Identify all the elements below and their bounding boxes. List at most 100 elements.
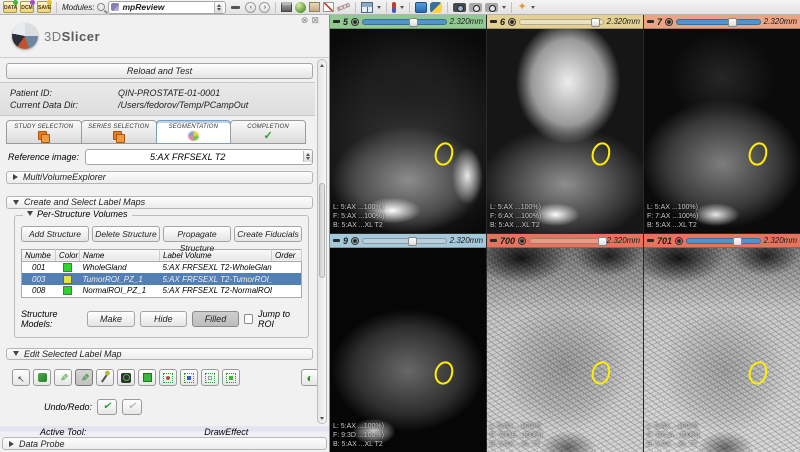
load-data-icon[interactable]: DATA	[3, 1, 17, 13]
slider-handle[interactable]	[598, 237, 607, 246]
panel-undock-icon[interactable]: ⊗	[301, 16, 309, 25]
view-menu-icon[interactable]	[490, 20, 497, 23]
table-row-normalroi[interactable]: 008 NormalROI_PZ_1 5:AX FRFSEXL T2-Norma…	[22, 285, 302, 297]
per-structure-volumes-header[interactable]: Per-Structure Volumes	[23, 209, 132, 219]
paint-effect-button[interactable]	[33, 369, 51, 386]
eye-icon[interactable]	[351, 237, 359, 245]
fiducial-star-icon[interactable]	[517, 2, 526, 13]
ruler-icon[interactable]	[337, 3, 350, 11]
dilate-effect-button[interactable]	[222, 369, 240, 386]
module-selector[interactable]: mpReview	[108, 1, 226, 14]
view-menu-icon[interactable]	[647, 20, 654, 23]
eye-icon[interactable]	[665, 18, 673, 26]
table-row-tumorroi-selected[interactable]: 003 TumorROI_PZ_1 5:AX FRFSEXL T2-TumorR…	[22, 273, 302, 285]
slice-slider[interactable]	[362, 238, 447, 244]
filled-button[interactable]: Filled	[192, 311, 239, 327]
crop-volume-icon[interactable]	[309, 2, 320, 12]
data-probe-header[interactable]: Data Probe	[2, 437, 327, 450]
slider-handle[interactable]	[408, 237, 417, 246]
viewport-5-image[interactable]: L: 5:AX ...100%)F: 5:AX ...100%)B: 5:AX …	[330, 29, 486, 233]
slider-handle[interactable]	[728, 18, 737, 27]
multivolume-explorer-header[interactable]: MultiVolumeExplorer	[6, 171, 313, 184]
viewport-6-image[interactable]: L: 5:AX ...100%)F: 6:AX ...100%)B: 5:AX …	[487, 29, 643, 233]
eye-icon[interactable]	[351, 18, 359, 26]
tab-segmentation[interactable]: SEGMENTATION	[156, 120, 232, 144]
layout-selector-icon[interactable]	[361, 2, 373, 13]
import-dicom-icon[interactable]: DCM	[20, 1, 34, 13]
module-forward-button[interactable]: ›	[259, 2, 270, 13]
create-label-maps-header[interactable]: Create and Select Label Maps	[6, 196, 313, 209]
pin-caret-icon[interactable]	[400, 6, 404, 9]
scrollbar-thumb[interactable]	[319, 183, 325, 277]
slider-handle[interactable]	[591, 18, 600, 27]
viewport-701-image[interactable]: L: 5:AX ...100%)F: 701:A...100%)B: 5:AX …	[644, 248, 800, 452]
view-menu-icon[interactable]	[647, 239, 654, 242]
jump-to-roi-checkbox[interactable]	[244, 314, 253, 324]
draw-effect-button[interactable]	[75, 369, 93, 386]
col-number[interactable]: Numbe	[22, 249, 56, 261]
tab-completion[interactable]: COMPLETION	[230, 120, 306, 144]
panel-scrollbar[interactable]	[317, 59, 327, 424]
scroll-up-icon[interactable]	[318, 60, 326, 70]
viewport-7-image[interactable]: L: 5:AX ...100%)F: 7:AX ...100%)B: 5:AX …	[644, 29, 800, 233]
slice-slider[interactable]	[676, 19, 761, 25]
module-search-icon[interactable]	[97, 3, 105, 11]
delete-structure-button[interactable]: Delete Structure	[92, 226, 160, 242]
redo-button[interactable]	[122, 399, 142, 415]
chart-icon[interactable]	[323, 2, 334, 12]
panel-popout-icon[interactable]: ⊠	[311, 16, 319, 25]
col-label-volume[interactable]: Label Volume	[160, 249, 272, 261]
tab-study-selection[interactable]: STUDY SELECTION	[6, 120, 82, 144]
propagate-structure-button[interactable]: Propagate Structure	[163, 226, 231, 242]
edit-label-map-header[interactable]: Edit Selected Label Map	[6, 348, 313, 361]
save-icon[interactable]: SAVE	[37, 1, 51, 13]
show-3d-icon[interactable]	[281, 2, 292, 12]
viewport-700-image[interactable]: L: 5:AX ...100%)F: 700:E...100%)B: 5:AX …	[487, 248, 643, 452]
module-back-button[interactable]: ‹	[245, 2, 256, 13]
reference-stepper[interactable]	[303, 151, 312, 162]
remove-islands-button[interactable]	[159, 369, 177, 386]
slice-slider[interactable]	[519, 19, 604, 25]
view-menu-icon[interactable]	[333, 239, 340, 242]
module-history-icon[interactable]	[231, 6, 240, 9]
erode-effect-button[interactable]	[201, 369, 219, 386]
viewport-9-image[interactable]: L: 5:AX ...100%)F: 9:3D ...100%)B: 5:AX …	[330, 248, 486, 452]
slice-slider[interactable]	[362, 19, 447, 25]
scene-caret-icon[interactable]	[502, 6, 506, 9]
default-tool-button[interactable]	[12, 369, 30, 386]
slider-handle[interactable]	[733, 237, 742, 246]
slice-slider[interactable]	[686, 238, 761, 244]
volume-rendering-icon[interactable]	[295, 2, 306, 13]
fiducial-caret-icon[interactable]	[531, 6, 535, 9]
make-button[interactable]: Make	[87, 311, 134, 327]
hide-button[interactable]: Hide	[140, 311, 187, 327]
pencil-effect-button[interactable]	[54, 369, 72, 386]
screenshot-icon[interactable]	[415, 2, 427, 13]
python-console-icon[interactable]	[430, 2, 442, 13]
table-row-wholegland[interactable]: 001 WholeGland 5:AX FRFSEXL T2-WholeGlan…	[22, 261, 302, 273]
slice-slider[interactable]	[529, 238, 604, 244]
col-color[interactable]: Color	[56, 249, 80, 261]
create-fiducials-button[interactable]: Create Fiducials	[234, 226, 302, 242]
module-selector-stepper[interactable]	[214, 2, 223, 13]
undo-button[interactable]	[97, 399, 117, 415]
eye-icon[interactable]	[518, 237, 526, 245]
color-swatch[interactable]	[63, 286, 72, 295]
slider-handle[interactable]	[409, 18, 418, 27]
reference-image-select[interactable]: 5:AX FRFSEXL T2	[85, 149, 313, 165]
eye-icon[interactable]	[508, 18, 516, 26]
tab-series-selection[interactable]: SERIES SELECTION	[81, 120, 157, 144]
save-island-button[interactable]	[180, 369, 198, 386]
color-swatch[interactable]	[63, 263, 72, 272]
scene-restore-icon[interactable]	[485, 3, 498, 12]
col-order[interactable]: Order	[272, 249, 302, 261]
add-structure-button[interactable]: Add Structure	[21, 226, 89, 242]
layout-caret-icon[interactable]	[377, 6, 381, 9]
level-tracing-button[interactable]	[96, 369, 114, 386]
reload-and-test-button[interactable]: Reload and Test	[6, 63, 313, 79]
col-name[interactable]: Name	[80, 249, 160, 261]
scroll-down-icon[interactable]	[318, 413, 326, 423]
color-swatch[interactable]	[63, 275, 72, 284]
crosshair-pin-icon[interactable]	[392, 2, 396, 13]
eye-icon[interactable]	[675, 237, 683, 245]
